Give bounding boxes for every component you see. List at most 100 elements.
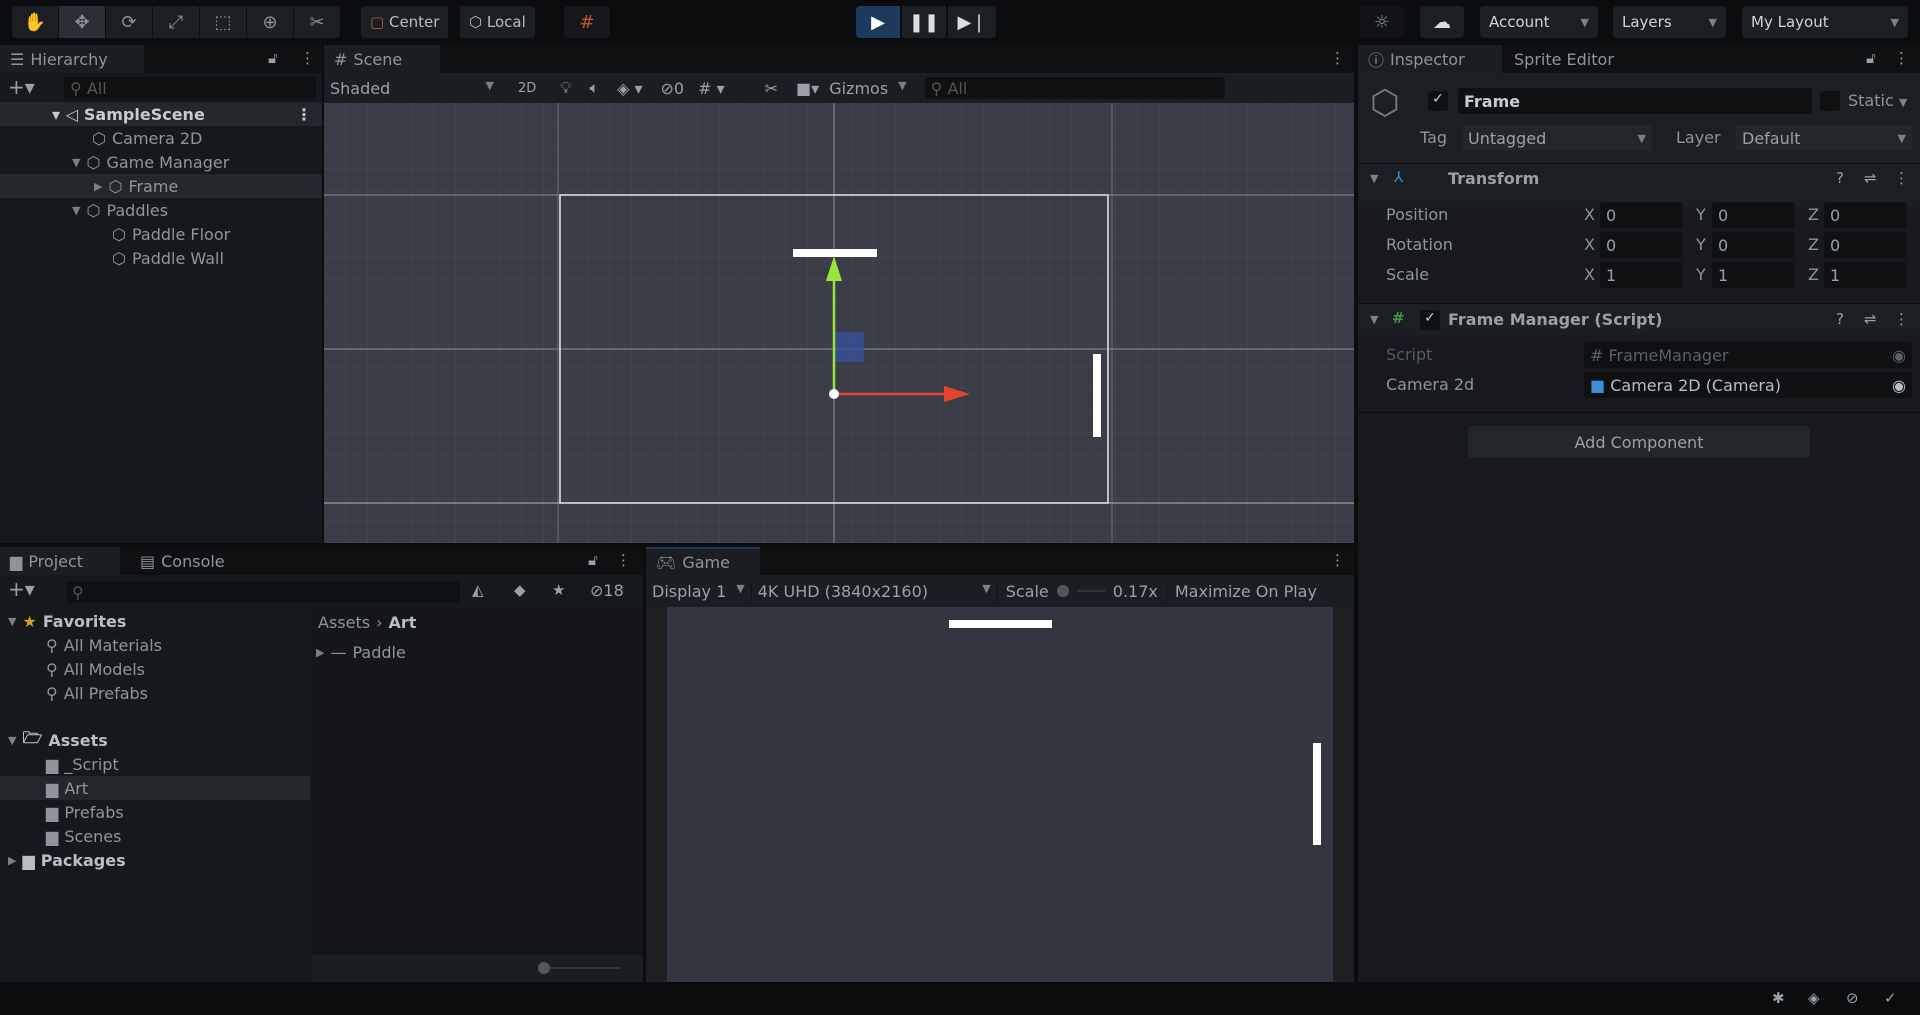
enabled-checkbox[interactable]: ✓ bbox=[1420, 310, 1440, 330]
project-search-input[interactable]: ⚲ bbox=[66, 581, 460, 603]
custom-tool-icon[interactable]: ✂ bbox=[294, 6, 340, 38]
play-button[interactable]: ▶ bbox=[856, 6, 900, 38]
gizmos-dropdown[interactable]: Gizmos ▼ bbox=[829, 79, 906, 98]
layer-dropdown[interactable]: Default ▼ bbox=[1736, 125, 1912, 151]
scale-slider[interactable] bbox=[1056, 585, 1069, 597]
breadcrumb-art[interactable]: Art bbox=[388, 613, 416, 632]
list-item[interactable]: ▆ _Script bbox=[46, 752, 119, 776]
tab-sprite-editor[interactable]: Sprite Editor bbox=[1504, 45, 1624, 73]
position-z-input[interactable]: 0 bbox=[1824, 202, 1906, 228]
rotation-y-input[interactable]: 0 bbox=[1712, 232, 1794, 258]
list-item[interactable]: ⚲ All Prefabs bbox=[46, 681, 148, 705]
scene-root[interactable]: ▾ ◁ SampleScene ⋮ bbox=[0, 102, 322, 126]
tools-icon[interactable]: ✂ bbox=[765, 79, 778, 98]
scale-y-input[interactable]: 1 bbox=[1712, 262, 1794, 288]
pivot-center-button[interactable]: ▢ Center bbox=[361, 6, 449, 38]
scene-viewport[interactable] bbox=[324, 103, 1354, 543]
lighting-icon[interactable]: 💡︎ bbox=[560, 78, 571, 98]
slider-thumb[interactable] bbox=[538, 962, 550, 974]
move-tool-icon[interactable]: ✥ bbox=[59, 6, 105, 38]
collapse-icon[interactable]: ▼ bbox=[1370, 313, 1378, 326]
hidden-packages-toggle[interactable]: ⊘18 bbox=[590, 581, 624, 600]
help-icon[interactable]: ? bbox=[1836, 310, 1844, 328]
scale-x-input[interactable]: 1 bbox=[1600, 262, 1682, 288]
scale-z-input[interactable]: 1 bbox=[1824, 262, 1906, 288]
debug-icon[interactable]: ✱ bbox=[1772, 989, 1785, 1007]
tab-inspector[interactable]: ⓘ Inspector bbox=[1358, 45, 1502, 73]
list-item[interactable]: ▆ Scenes bbox=[46, 824, 121, 848]
active-checkbox[interactable]: ✓ bbox=[1428, 91, 1448, 111]
more-icon[interactable]: ⋮ bbox=[1894, 49, 1909, 67]
transform-tool-icon[interactable]: ⊕ bbox=[247, 6, 293, 38]
audio-icon[interactable]: 🔈︎ bbox=[589, 78, 599, 98]
icon-size-slider[interactable] bbox=[540, 967, 620, 969]
more-icon[interactable]: ⋮ bbox=[296, 105, 312, 124]
script-component-header[interactable]: ▼ # ✓ Frame Manager (Script) ? ⇌ ⋮ bbox=[1358, 303, 1920, 335]
2d-toggle[interactable]: 2D bbox=[518, 81, 536, 96]
resolution-dropdown[interactable]: 4K UHD (3840x2160) ▼ bbox=[752, 581, 998, 601]
display-dropdown[interactable]: Display 1 ▼ bbox=[646, 581, 752, 601]
list-item[interactable]: ⬡ Paddle Wall bbox=[112, 246, 224, 270]
maximize-on-play-toggle[interactable]: Maximize On Play bbox=[1167, 582, 1325, 601]
tag-dropdown[interactable]: Untagged ▼ bbox=[1462, 125, 1652, 151]
move-gizmo-plane[interactable] bbox=[834, 332, 864, 362]
step-button[interactable]: ▶❘ bbox=[948, 6, 996, 38]
transform-header[interactable]: ▼ ⅄ Transform ? ⇌ ⋮ bbox=[1358, 163, 1920, 193]
paddle-floor[interactable] bbox=[793, 249, 877, 257]
rotate-tool-icon[interactable]: ⟳ bbox=[106, 6, 152, 38]
create-button[interactable]: +▾ bbox=[8, 577, 35, 601]
lock-icon[interactable]: 🔓︎ bbox=[1866, 49, 1876, 67]
more-icon[interactable]: ⋮ bbox=[1894, 169, 1909, 187]
more-icon[interactable]: ⋮ bbox=[1894, 310, 1909, 328]
position-y-input[interactable]: 0 bbox=[1712, 202, 1794, 228]
game-viewport[interactable] bbox=[667, 607, 1333, 982]
list-item[interactable]: ⚲ All Models bbox=[46, 657, 145, 681]
help-icon[interactable]: ? bbox=[1836, 169, 1844, 187]
add-component-button[interactable]: Add Component bbox=[1468, 426, 1810, 458]
presets-icon[interactable]: ⇌ bbox=[1864, 169, 1877, 187]
collapse-icon[interactable]: ▼ bbox=[1370, 172, 1378, 185]
object-name-input[interactable]: Frame bbox=[1458, 88, 1812, 114]
pivot-local-button[interactable]: ⬡ Local bbox=[460, 6, 535, 38]
tab-console[interactable]: ▤ Console bbox=[130, 547, 235, 575]
add-button[interactable]: +▾ bbox=[8, 75, 35, 99]
presets-icon[interactable]: ⇌ bbox=[1864, 310, 1877, 328]
expand-icon[interactable]: ▼ bbox=[72, 156, 80, 169]
more-icon[interactable]: ⋮ bbox=[1330, 49, 1345, 67]
rotation-z-input[interactable]: 0 bbox=[1824, 232, 1906, 258]
file-item[interactable]: ▶ — Paddle bbox=[316, 640, 406, 664]
grid-snap-icon[interactable]: # bbox=[564, 6, 610, 38]
list-item[interactable]: ⬡ Paddle Floor bbox=[112, 222, 230, 246]
tab-game[interactable]: 🎮︎ Game bbox=[646, 547, 760, 575]
camera-icon[interactable]: ■▾ bbox=[796, 79, 819, 98]
layout-dropdown[interactable]: My Layout ▼ bbox=[1742, 6, 1908, 38]
tab-hierarchy[interactable]: ☰ Hierarchy bbox=[0, 45, 144, 73]
layers-dropdown[interactable]: Layers ▼ bbox=[1613, 6, 1726, 38]
filter-label-icon[interactable]: ◆ bbox=[514, 581, 526, 599]
more-icon[interactable]: ⋮ bbox=[300, 49, 315, 67]
hand-tool-icon[interactable]: ✋ bbox=[12, 6, 58, 38]
hierarchy-search-input[interactable]: ⚲ All bbox=[64, 77, 316, 99]
expand-icon[interactable]: ▼ bbox=[72, 204, 80, 217]
paddle-wall[interactable] bbox=[1093, 354, 1101, 437]
filter-type-icon[interactable]: ◭ bbox=[472, 581, 484, 599]
tab-project[interactable]: ▆ Project bbox=[0, 547, 120, 575]
favorites-item[interactable]: ▼ ★ Favorites bbox=[8, 609, 126, 633]
static-checkbox[interactable] bbox=[1820, 91, 1840, 111]
more-icon[interactable]: ⋮ bbox=[616, 551, 631, 569]
static-dropdown[interactable]: Static ▼ bbox=[1848, 91, 1907, 110]
list-item[interactable]: ▶ ⬡ Frame bbox=[0, 174, 322, 198]
list-item[interactable]: ⚲ All Materials bbox=[46, 633, 162, 657]
progress-check-icon[interactable]: ✓ bbox=[1884, 989, 1897, 1007]
list-item[interactable]: ▆ Prefabs bbox=[46, 800, 124, 824]
position-x-input[interactable]: 0 bbox=[1600, 202, 1682, 228]
effects-icon[interactable]: ◈ ▾ bbox=[617, 79, 642, 98]
list-item[interactable]: ▼ ⬡ Paddles bbox=[72, 198, 168, 222]
rect-tool-icon[interactable]: ⬚ bbox=[200, 6, 246, 38]
scale-tool-icon[interactable]: ⤢ bbox=[153, 6, 199, 38]
list-item[interactable]: ⬡ Camera 2D bbox=[92, 126, 202, 150]
object-picker-icon[interactable]: ◉ bbox=[1892, 376, 1906, 395]
packages-item[interactable]: ▶ ▆ Packages bbox=[8, 848, 126, 872]
tab-scene[interactable]: # Scene bbox=[324, 45, 440, 73]
cloud-icon[interactable]: ☁ bbox=[1420, 6, 1464, 38]
